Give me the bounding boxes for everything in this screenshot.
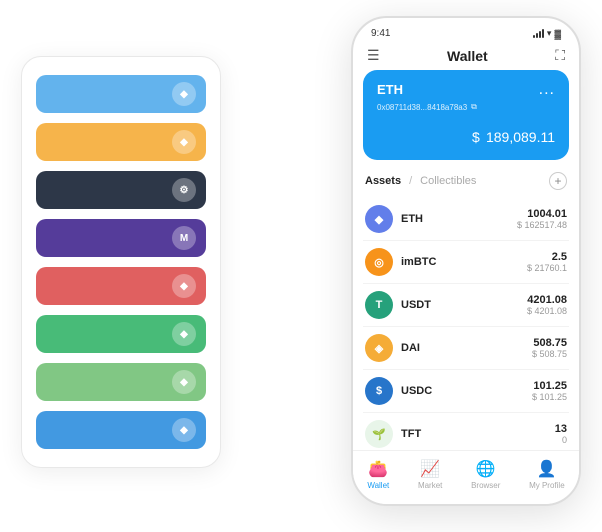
assets-tabs-left: Assets / Collectibles: [365, 175, 476, 187]
wallet-list-item[interactable]: ◆: [36, 267, 206, 305]
nav-item-my-profile[interactable]: 👤 My Profile: [529, 459, 565, 490]
asset-usd-amount: $ 4201.08: [527, 306, 567, 316]
nav-icon: 🌐: [476, 459, 496, 479]
wallet-list-item[interactable]: ⚙: [36, 171, 206, 209]
asset-name: USDT: [401, 299, 527, 311]
battery-icon: ▓: [554, 29, 561, 39]
wallet-list-item[interactable]: ◆: [36, 315, 206, 353]
asset-row[interactable]: T USDT4201.08$ 4201.08: [363, 284, 569, 327]
asset-primary-amount: 101.25: [532, 380, 567, 392]
asset-primary-amount: 13: [555, 423, 567, 435]
asset-amounts: 1004.01$ 162517.48: [517, 208, 567, 230]
asset-row[interactable]: 🌱 TFT130: [363, 413, 569, 450]
wallet-list-item[interactable]: ◆: [36, 411, 206, 449]
eth-card-name: ETH: [377, 82, 403, 97]
nav-icon: 👤: [537, 459, 557, 479]
asset-row[interactable]: ◈ DAI508.75$ 508.75: [363, 327, 569, 370]
bottom-nav: 👛 Wallet 📈 Market 🌐 Browser 👤 My Profile: [353, 450, 579, 504]
scene: ◆ ◆ ⚙ M ◆ ◆ ◆ ◆ 9:41 ▾ ▓ ☰ Wallet ⛶: [21, 16, 581, 516]
asset-amounts: 2.5$ 21760.1: [527, 251, 567, 273]
asset-name: USDC: [401, 385, 532, 397]
asset-icon: T: [365, 291, 393, 319]
wifi-icon: ▾: [547, 28, 552, 39]
asset-icon: 🌱: [365, 420, 393, 448]
wallet-list-item[interactable]: ◆: [36, 75, 206, 113]
expand-icon[interactable]: ⛶: [555, 47, 565, 64]
nav-icon: 📈: [420, 459, 440, 479]
eth-card-amount: $ 189,089.11: [377, 122, 555, 148]
copy-icon[interactable]: ⧉: [471, 102, 477, 112]
asset-name: DAI: [401, 342, 532, 354]
eth-card-address: 0x08711d38...8418a78a3 ⧉: [377, 102, 555, 112]
add-asset-button[interactable]: +: [549, 172, 567, 190]
asset-row[interactable]: $ USDC101.25$ 101.25: [363, 370, 569, 413]
asset-icon: ◆: [365, 205, 393, 233]
eth-amount-value: 189,089.11: [486, 129, 555, 145]
wallet-list-item[interactable]: ◆: [36, 363, 206, 401]
asset-usd-amount: $ 101.25: [532, 392, 567, 402]
signal-icon: [533, 29, 544, 38]
nav-item-browser[interactable]: 🌐 Browser: [471, 459, 500, 490]
eth-card[interactable]: ETH ... 0x08711d38...8418a78a3 ⧉ $ 189,0…: [363, 70, 569, 160]
dollar-sign: $: [472, 129, 480, 145]
phone-mockup: 9:41 ▾ ▓ ☰ Wallet ⛶ ETH: [351, 16, 581, 506]
asset-primary-amount: 1004.01: [517, 208, 567, 220]
wallet-list-card: ◆ ◆ ⚙ M ◆ ◆ ◆ ◆: [21, 56, 221, 468]
status-icons: ▾ ▓: [533, 28, 561, 39]
nav-label: Browser: [471, 481, 500, 490]
nav-icon: 👛: [368, 459, 388, 479]
asset-usd-amount: $ 508.75: [532, 349, 567, 359]
menu-icon[interactable]: ☰: [367, 47, 380, 64]
nav-item-wallet[interactable]: 👛 Wallet: [367, 459, 389, 490]
asset-name: ETH: [401, 213, 517, 225]
status-bar: 9:41 ▾ ▓: [353, 18, 579, 43]
wallet-item-icon: ◆: [172, 82, 196, 106]
asset-amounts: 4201.08$ 4201.08: [527, 294, 567, 316]
asset-icon: ◈: [365, 334, 393, 362]
asset-name: TFT: [401, 428, 555, 440]
tab-assets[interactable]: Assets: [365, 175, 401, 187]
asset-primary-amount: 508.75: [532, 337, 567, 349]
asset-amounts: 508.75$ 508.75: [532, 337, 567, 359]
wallet-list-item[interactable]: ◆: [36, 123, 206, 161]
tab-collectibles[interactable]: Collectibles: [420, 175, 476, 187]
asset-primary-amount: 4201.08: [527, 294, 567, 306]
wallet-item-icon: ◆: [172, 418, 196, 442]
nav-label: My Profile: [529, 481, 565, 490]
nav-label: Wallet: [367, 481, 389, 490]
wallet-title: Wallet: [447, 48, 488, 64]
assets-tabs: Assets / Collectibles +: [363, 172, 569, 190]
wallet-item-icon: ⚙: [172, 178, 196, 202]
nav-label: Market: [418, 481, 442, 490]
asset-amounts: 130: [555, 423, 567, 445]
asset-amounts: 101.25$ 101.25: [532, 380, 567, 402]
eth-card-top: ETH ...: [377, 82, 555, 98]
wallet-item-icon: ◆: [172, 274, 196, 298]
asset-usd-amount: 0: [555, 435, 567, 445]
asset-usd-amount: $ 21760.1: [527, 263, 567, 273]
wallet-item-icon: ◆: [172, 370, 196, 394]
asset-name: imBTC: [401, 256, 527, 268]
wallet-item-icon: M: [172, 226, 196, 250]
asset-icon: ◎: [365, 248, 393, 276]
asset-list: ◆ ETH1004.01$ 162517.48 ◎ imBTC2.5$ 21760.1…: [363, 198, 569, 450]
phone-header: ☰ Wallet ⛶: [353, 43, 579, 70]
asset-icon: $: [365, 377, 393, 405]
asset-primary-amount: 2.5: [527, 251, 567, 263]
asset-row[interactable]: ◎ imBTC2.5$ 21760.1: [363, 241, 569, 284]
nav-item-market[interactable]: 📈 Market: [418, 459, 442, 490]
time-display: 9:41: [371, 28, 390, 39]
phone-body: ETH ... 0x08711d38...8418a78a3 ⧉ $ 189,0…: [353, 70, 579, 450]
wallet-item-icon: ◆: [172, 322, 196, 346]
asset-usd-amount: $ 162517.48: [517, 220, 567, 230]
tab-divider: /: [409, 175, 412, 187]
eth-card-menu[interactable]: ...: [539, 82, 555, 98]
wallet-list-item[interactable]: M: [36, 219, 206, 257]
wallet-item-icon: ◆: [172, 130, 196, 154]
asset-row[interactable]: ◆ ETH1004.01$ 162517.48: [363, 198, 569, 241]
